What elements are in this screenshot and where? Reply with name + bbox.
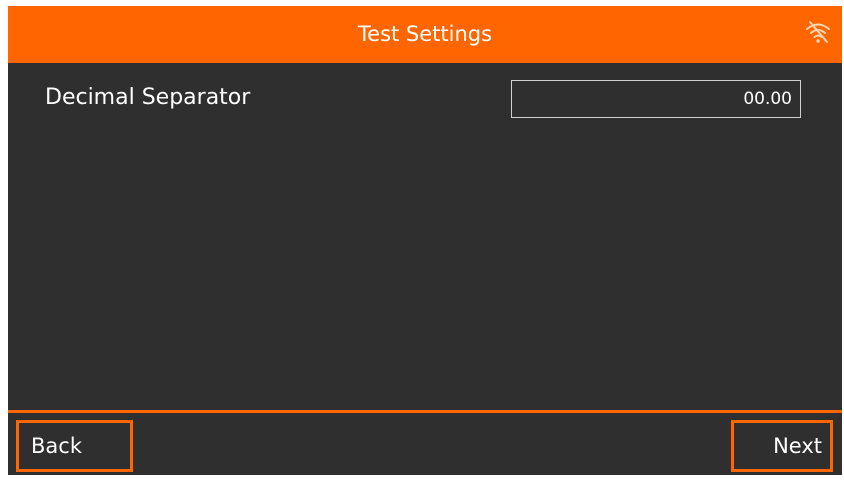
footer-divider xyxy=(8,410,842,413)
decimal-separator-field[interactable]: 00.00 xyxy=(511,80,801,118)
decimal-separator-label: Decimal Separator xyxy=(45,85,251,110)
device-screen: Test Settings Decimal Separator 00.00 Ba… xyxy=(8,6,842,475)
next-button[interactable]: Next xyxy=(731,420,833,472)
back-button[interactable]: Back xyxy=(16,420,133,472)
wifi-off-icon xyxy=(806,21,830,43)
page-title: Test Settings xyxy=(357,22,493,46)
title-bar: Test Settings xyxy=(8,6,842,63)
